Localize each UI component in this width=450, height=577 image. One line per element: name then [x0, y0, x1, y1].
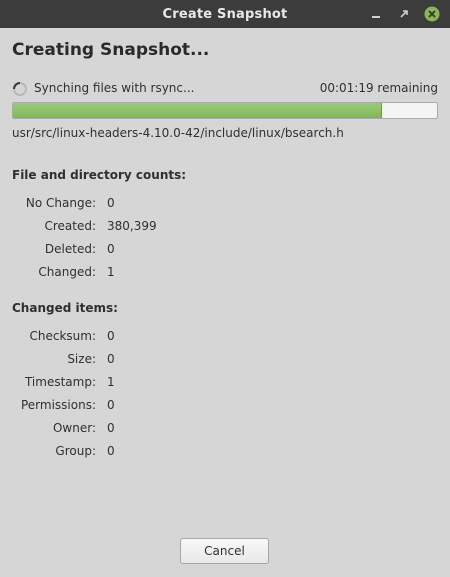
counts-section-title: File and directory counts: — [12, 168, 187, 182]
minimize-icon[interactable] — [368, 6, 384, 22]
counts-row: Deleted: 0 — [0, 242, 200, 258]
counts-row: Created: 380,399 — [0, 219, 200, 235]
changed-row-value: 0 — [107, 352, 115, 366]
counts-row-value: 0 — [107, 196, 115, 210]
counts-row-label: Created: — [44, 219, 96, 233]
changed-row-value: 0 — [107, 444, 115, 458]
counts-row-value: 380,399 — [107, 219, 157, 233]
progress-bar — [12, 102, 438, 119]
page-title: Creating Snapshot... — [12, 40, 210, 60]
changed-section-title: Changed items: — [12, 301, 118, 315]
time-remaining: 00:01:19 remaining — [319, 81, 438, 95]
maximize-icon[interactable] — [396, 6, 412, 22]
changed-row-label: Timestamp: — [24, 375, 96, 389]
current-file-path: usr/src/linux-headers-4.10.0-42/include/… — [12, 126, 344, 140]
status-text: Synching files with rsync... — [34, 81, 195, 95]
create-snapshot-window: Create Snapshot Creating Snapshot... Syn… — [0, 0, 450, 577]
changed-row-value: 0 — [107, 329, 115, 343]
counts-row-label: Changed: — [38, 265, 96, 279]
changed-row-label: Size: — [67, 352, 96, 366]
changed-row: Size: 0 — [0, 352, 200, 368]
counts-row: No Change: 0 — [0, 196, 200, 212]
counts-row-value: 1 — [107, 265, 115, 279]
spinner-icon — [13, 82, 27, 96]
counts-row-label: Deleted: — [44, 242, 96, 256]
changed-row: Permissions: 0 — [0, 398, 200, 414]
changed-row-value: 0 — [107, 398, 115, 412]
close-icon[interactable] — [424, 6, 440, 22]
changed-row-label: Permissions: — [20, 398, 96, 412]
counts-row: Changed: 1 — [0, 265, 200, 281]
changed-row: Checksum: 0 — [0, 329, 200, 345]
counts-row-label: No Change: — [25, 196, 96, 210]
changed-row-label: Checksum: — [29, 329, 96, 343]
titlebar: Create Snapshot — [0, 0, 450, 28]
changed-row-label: Group: — [55, 444, 96, 458]
changed-row: Owner: 0 — [0, 421, 200, 437]
changed-row: Timestamp: 1 — [0, 375, 200, 391]
cancel-button[interactable]: Cancel — [180, 538, 269, 564]
progress-fill — [13, 103, 382, 118]
changed-row-label: Owner: — [52, 421, 96, 435]
counts-row-value: 0 — [107, 242, 115, 256]
changed-row-value: 1 — [107, 375, 115, 389]
changed-row: Group: 0 — [0, 444, 200, 460]
changed-row-value: 0 — [107, 421, 115, 435]
status-row: Synching files with rsync... 00:01:19 re… — [12, 80, 438, 98]
